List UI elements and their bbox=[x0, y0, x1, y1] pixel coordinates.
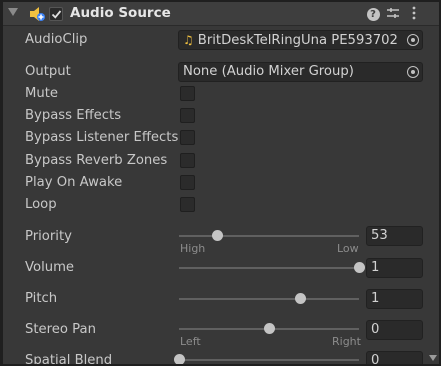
volume-label: Volume bbox=[25, 260, 75, 275]
play-on-awake-checkbox[interactable] bbox=[180, 175, 195, 190]
volume-input[interactable]: 1 bbox=[366, 258, 423, 278]
output-label: Output bbox=[25, 64, 71, 79]
presets-icon[interactable] bbox=[385, 6, 401, 22]
kebab-menu-icon[interactable] bbox=[406, 6, 422, 22]
pitch-input[interactable]: 1 bbox=[366, 289, 423, 309]
scroll-down-icon[interactable] bbox=[429, 355, 437, 361]
audioclip-label: AudioClip bbox=[25, 32, 88, 47]
bypass-listener-effects-label: Bypass Listener Effects bbox=[25, 130, 179, 145]
volume-slider-track[interactable] bbox=[179, 262, 365, 273]
pitch-slider-track[interactable] bbox=[179, 293, 359, 304]
stereo-pan-label: Stereo Pan bbox=[25, 322, 96, 337]
output-value: None (Audio Mixer Group) bbox=[183, 64, 354, 79]
priority-slider-thumb[interactable] bbox=[211, 230, 223, 241]
bypass-reverb-zones-label: Bypass Reverb Zones bbox=[25, 153, 168, 168]
priority-label: Priority bbox=[25, 229, 72, 244]
priority-input[interactable]: 53 bbox=[366, 226, 423, 246]
stereo-pan-slider-track[interactable] bbox=[179, 323, 359, 334]
stereo-pan-input[interactable]: 0 bbox=[366, 320, 423, 340]
priority-max-caption: Low bbox=[337, 242, 359, 255]
help-icon[interactable]: ? bbox=[365, 6, 381, 22]
loop-checkbox[interactable] bbox=[180, 197, 195, 212]
component-title: Audio Source bbox=[70, 5, 171, 21]
stereo-pan-max-caption: Right bbox=[332, 335, 361, 348]
audioclip-value: BritDeskTelRingUna PE593702 bbox=[197, 33, 398, 48]
bypass-listener-effects-checkbox[interactable] bbox=[180, 130, 195, 145]
stereo-pan-min-caption: Left bbox=[180, 335, 201, 348]
mute-checkbox[interactable] bbox=[180, 86, 195, 101]
bypass-reverb-zones-checkbox[interactable] bbox=[180, 153, 195, 168]
spatial-blend-slider-track[interactable] bbox=[174, 354, 359, 364]
stereo-pan-slider-thumb[interactable] bbox=[264, 323, 275, 334]
bypass-effects-label: Bypass Effects bbox=[25, 108, 122, 123]
audio-source-icon bbox=[30, 7, 45, 21]
audioclip-field[interactable]: ♫ BritDeskTelRingUna PE593702 bbox=[178, 30, 423, 50]
spatial-blend-input[interactable]: 0 bbox=[366, 351, 423, 364]
pitch-slider-thumb[interactable] bbox=[294, 293, 306, 304]
checkmark-icon bbox=[51, 10, 62, 19]
spatial-blend-label: Spatial Blend bbox=[25, 353, 113, 366]
audio-clip-icon: ♫ bbox=[183, 33, 194, 47]
pitch-label: Pitch bbox=[25, 291, 58, 306]
object-picker-icon[interactable] bbox=[407, 34, 419, 46]
volume-slider-thumb[interactable] bbox=[354, 262, 365, 273]
component-header[interactable]: Audio Source ? bbox=[3, 2, 439, 26]
foldout-arrow-icon[interactable] bbox=[8, 8, 18, 16]
object-picker-icon[interactable] bbox=[407, 66, 419, 78]
play-on-awake-label: Play On Awake bbox=[25, 175, 123, 190]
priority-min-caption: High bbox=[180, 242, 206, 255]
output-field[interactable]: None (Audio Mixer Group) bbox=[178, 62, 423, 82]
spatial-blend-slider-thumb[interactable] bbox=[174, 354, 185, 364]
priority-slider-track[interactable] bbox=[179, 230, 359, 241]
loop-label: Loop bbox=[25, 197, 57, 212]
mute-label: Mute bbox=[25, 86, 59, 101]
bypass-effects-checkbox[interactable] bbox=[180, 108, 195, 123]
audio-source-inspector: Audio Source ? AudioClip ♫ BritDeskTelRin… bbox=[0, 0, 441, 366]
enabled-checkbox[interactable] bbox=[49, 7, 63, 21]
